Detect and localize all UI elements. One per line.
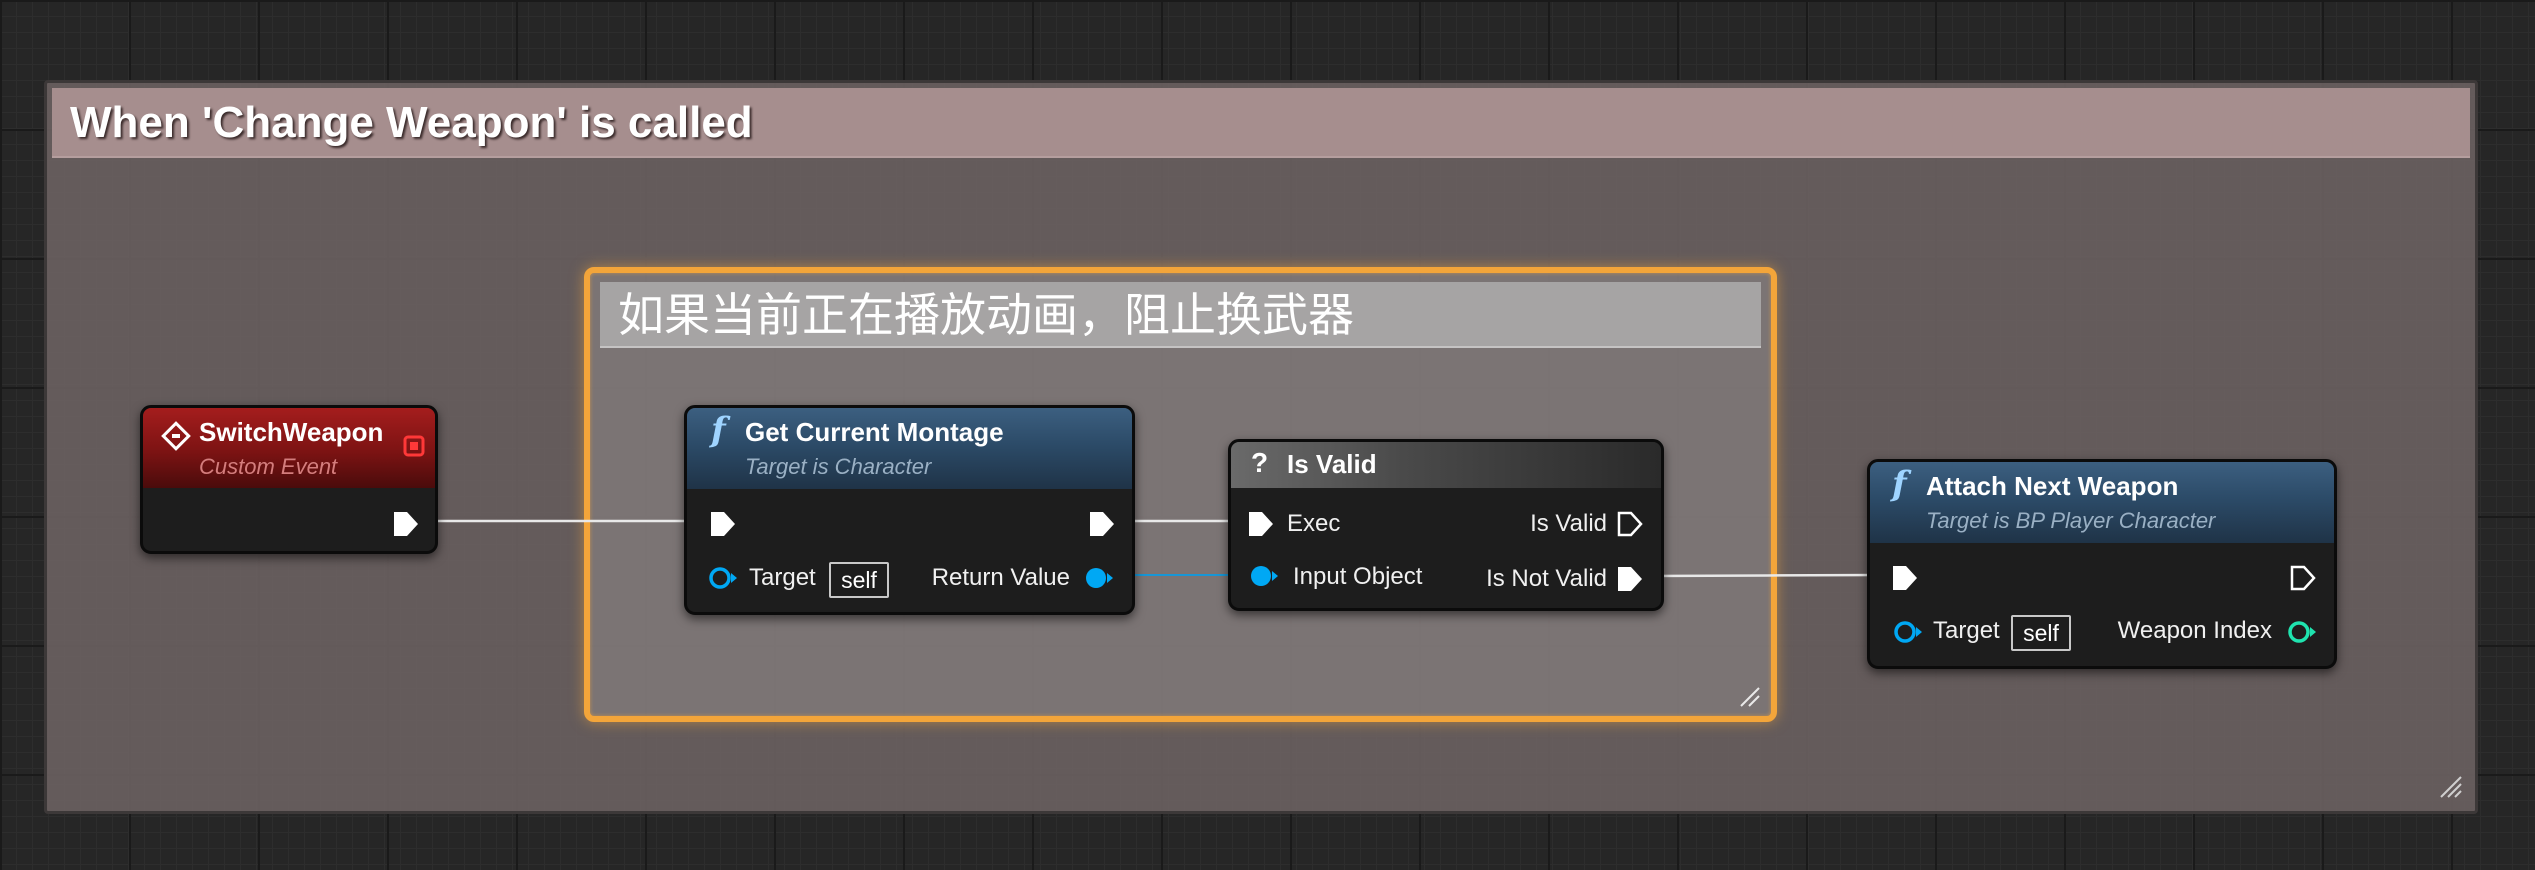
return-value-pin-label: Return Value: [931, 564, 1070, 591]
attach-next-weapon-node[interactable]: f Attach Next Weapon Target is BP Player…: [1867, 459, 2337, 669]
exec-output-pin[interactable]: [391, 509, 421, 539]
question-icon: ?: [1251, 447, 1269, 478]
is-valid-pin-label: Is Valid: [1530, 510, 1607, 537]
is-valid-exec-output-pin[interactable]: [1615, 509, 1645, 539]
is-not-valid-pin-label: Is Not Valid: [1486, 565, 1607, 592]
node-title: SwitchWeapon: [199, 417, 384, 447]
function-icon: f: [711, 410, 726, 450]
exec-input-pin[interactable]: [1890, 563, 1920, 593]
input-object-pin-label: Input Object: [1293, 563, 1423, 590]
node-title: Get Current Montage: [745, 417, 1004, 447]
target-pin-label: Target: [1933, 617, 2000, 644]
node-title: Attach Next Weapon: [1926, 471, 2179, 501]
event-diamond-icon: [161, 421, 191, 451]
input-object-pin[interactable]: [1248, 563, 1280, 589]
exec-input-pin[interactable]: [1246, 509, 1276, 539]
target-input-pin[interactable]: [707, 565, 739, 591]
resize-grip-icon[interactable]: [2435, 771, 2463, 799]
switch-weapon-event-node[interactable]: SwitchWeapon Custom Event: [140, 405, 438, 554]
target-input-pin[interactable]: [1892, 619, 1924, 645]
target-pin-label: Target: [749, 564, 816, 591]
exec-pin-label: Exec: [1287, 510, 1341, 537]
weapon-index-output-pin[interactable]: [2286, 619, 2318, 645]
return-value-output-pin[interactable]: [1083, 565, 1115, 591]
node-subtitle: Target is BP Player Character: [1926, 508, 2216, 533]
function-icon: f: [1892, 464, 1907, 504]
target-default-value[interactable]: self: [2011, 615, 2071, 651]
resize-grip-icon[interactable]: [1735, 682, 1761, 708]
is-valid-node[interactable]: ? Is Valid Exec Is Valid Input Object Is…: [1228, 439, 1664, 611]
weapon-index-pin-label: Weapon Index: [2117, 617, 2272, 644]
delegate-output-pin[interactable]: [403, 435, 425, 457]
exec-input-pin[interactable]: [708, 509, 738, 539]
node-subtitle: Custom Event: [199, 454, 338, 479]
node-title: Is Valid: [1287, 449, 1377, 479]
get-current-montage-node[interactable]: f Get Current Montage Target is Characte…: [684, 405, 1135, 615]
exec-output-pin[interactable]: [1087, 509, 1117, 539]
is-not-valid-exec-output-pin[interactable]: [1615, 564, 1645, 594]
inner-comment-title[interactable]: 如果当前正在播放动画，阻止换武器: [600, 282, 1761, 348]
target-default-value[interactable]: self: [829, 562, 889, 598]
outer-comment-title[interactable]: When 'Change Weapon' is called: [52, 88, 2470, 158]
exec-output-pin[interactable]: [2288, 563, 2318, 593]
node-subtitle: Target is Character: [745, 454, 932, 479]
